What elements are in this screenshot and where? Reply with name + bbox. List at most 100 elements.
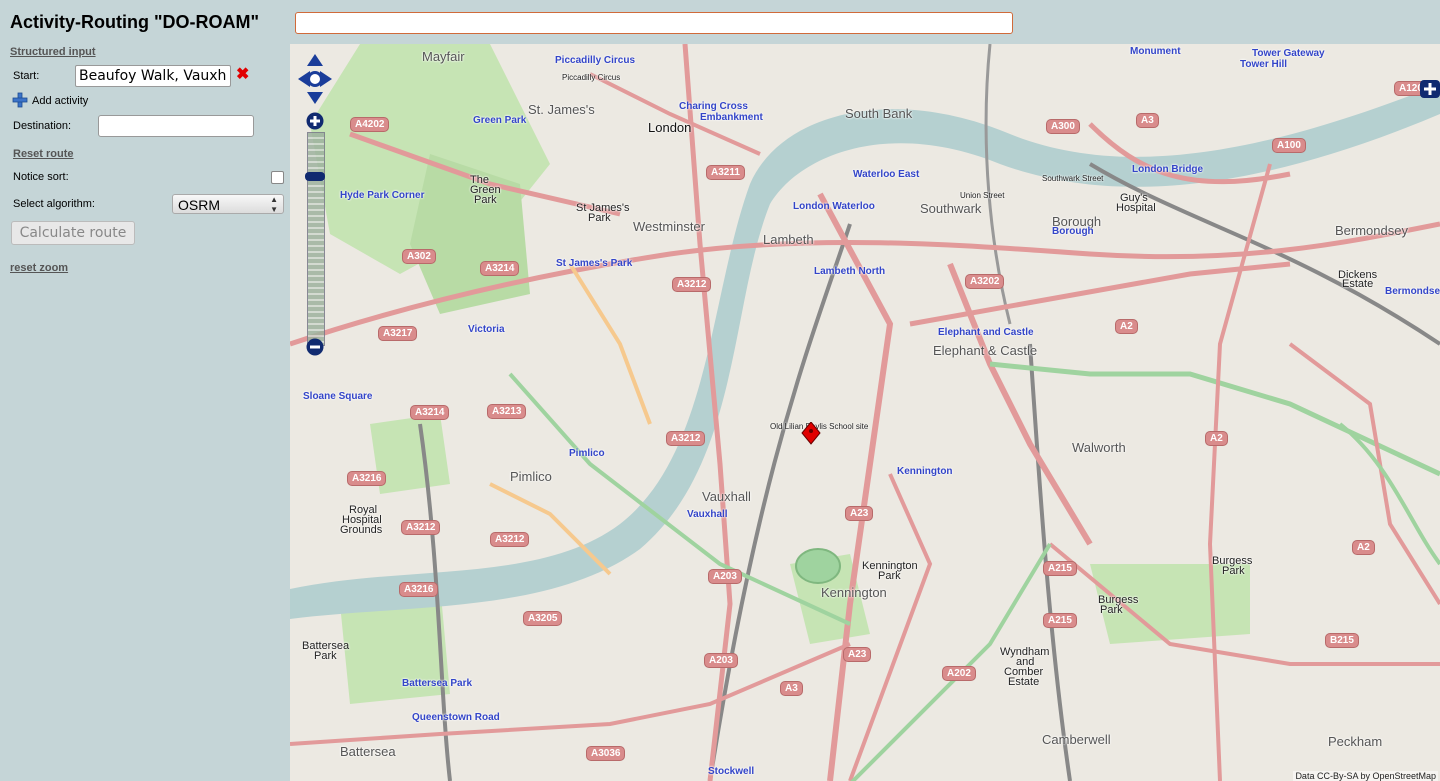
road-shield-a215: A215 [1043,561,1077,576]
map-label-battersea-park-station: Battersea Park [402,678,473,689]
road-shield-a100: A100 [1272,138,1306,153]
map-label-embankment: Embankment [700,112,763,123]
map-label-westminster: Westminster [633,219,705,234]
map-base-layer [290,44,1440,781]
map-label-battersea-park-2: Park [314,650,337,662]
structured-input-link[interactable]: Structured input [10,46,96,58]
pan-control[interactable] [296,52,334,106]
road-shield-a3214-2: A3214 [410,405,450,420]
notice-sort-label: Notice sort: [13,171,69,183]
zoom-out-button[interactable] [306,338,324,356]
road-shield-a3212-2: A3212 [666,431,706,446]
algorithm-select[interactable]: OSRM ▲ ▼ [172,194,284,214]
map-label-green-park: Green Park [473,115,527,126]
map-label-the-green-park-3: Park [474,194,497,206]
map-label-burgess-park-2: Park [1222,565,1245,577]
map-label-burgess-park-4: Park [1100,604,1123,616]
map-label-southwark-street: Southwark Street [1042,174,1104,183]
add-activity-link[interactable]: Add activity [32,95,88,107]
map-label-lambeth-north: Lambeth North [814,266,886,277]
road-shield-b215: B215 [1325,633,1359,648]
layer-switcher-icon[interactable] [1420,80,1440,98]
map-label-waterloo-east: Waterloo East [853,169,920,180]
map-label-stockwell: Stockwell [708,766,755,777]
road-shield-a23: A23 [845,506,874,521]
map-label-st-james: St. James's [528,102,595,117]
road-shield-a3205: A3205 [523,611,563,626]
road-shield-a203-2: A203 [704,653,738,668]
map-label-london-bridge: London Bridge [1132,164,1204,175]
map-label-london: London [648,120,692,135]
road-shield-a3214: A3214 [480,261,520,276]
road-shield-a3212-4: A3212 [490,532,530,547]
map-label-kennington: Kennington [821,585,887,600]
map-label-union-street: Union Street [960,191,1005,200]
map-label-tower-hill: Tower Hill [1240,59,1288,70]
map-label-queenstown-road: Queenstown Road [412,712,500,723]
map-label-piccadilly-circus: Piccadilly Circus [562,73,621,82]
notice-sort-checkbox[interactable] [271,171,284,184]
reset-zoom-link[interactable]: reset zoom [10,262,68,274]
map-label-park: Park [588,212,611,224]
reset-route-link[interactable]: Reset route [13,148,74,160]
destination-label: Destination: [13,120,72,132]
road-shield-a3202: A3202 [965,274,1005,289]
map-label-lambeth: Lambeth [763,232,814,247]
road-shield-a203: A203 [708,569,742,584]
select-arrows-icon: ▲ ▼ [270,195,278,214]
map-label-guys-hospital-2: Hospital [1116,202,1156,214]
add-activity-icon[interactable] [12,92,28,108]
map-label-battersea: Battersea [340,744,396,759]
map-label-borough-station: Borough [1052,226,1094,237]
map-label-mayfair: Mayfair [422,49,465,64]
zoom-slider-handle[interactable] [305,172,325,181]
map-label-walworth: Walworth [1072,440,1126,455]
map-label-charing-cross: Charing Cross [679,101,748,112]
map-label-bermondsey-station: Bermondsey [1385,286,1440,297]
start-location-marker-icon[interactable] [801,422,821,446]
road-shield-a3036: A3036 [586,746,626,761]
map-label-tower-gateway: Tower Gateway [1252,48,1325,59]
map-label-wyndham-estate-4: Estate [1008,676,1040,688]
calculate-route-button[interactable]: Calculate route [11,221,135,245]
select-algorithm-label: Select algorithm: [13,198,95,210]
map-label-elephant-castle: Elephant & Castle [933,343,1038,358]
map-label-vauxhall: Vauxhall [702,489,751,504]
road-shield-a3216: A3216 [347,471,387,486]
map-label-elephant-castle-station: Elephant and Castle [938,327,1034,338]
road-shield-a3216-2: A3216 [399,582,439,597]
destination-input[interactable] [98,115,254,137]
map-label-victoria: Victoria [468,324,505,335]
map-label-london-waterloo: London Waterloo [793,201,875,212]
road-shield-a2: A2 [1115,319,1138,334]
map-label-southwark: Southwark [920,201,982,216]
map-label-hyde-park-corner: Hyde Park Corner [340,190,425,201]
road-shield-a3213: A3213 [487,404,527,419]
map-label-sloane-square: Sloane Square [303,391,373,402]
map-label-royal-hospital-grounds-3: Grounds [340,524,383,536]
zoom-bar[interactable] [307,132,325,346]
address-search-input[interactable] [295,12,1013,34]
road-shield-a3212: A3212 [672,277,712,292]
map-label-piccadilly-circus-station: Piccadilly Circus [555,55,636,66]
map-label-monument: Monument [1130,46,1181,57]
road-shield-a3: A3 [780,681,803,696]
clear-start-icon[interactable]: ✖ [236,67,249,83]
road-shield-a2-3: A2 [1352,540,1375,555]
road-shield-a3211: A3211 [706,165,745,180]
road-shield-a3: A3 [1136,113,1159,128]
zoom-in-button[interactable] [306,112,324,130]
map-view[interactable]: Mayfair St. James's London Piccadilly Ci… [290,44,1440,781]
road-shield-a4202: A4202 [350,117,390,132]
map-label-pimlico-station: Pimlico [569,448,605,459]
start-input[interactable] [75,65,231,87]
road-shield-a202: A202 [942,666,976,681]
road-shield-a300: A300 [1046,119,1080,134]
map-label-south-bank: South Bank [845,106,913,121]
map-label-pimlico: Pimlico [510,469,552,484]
road-shield-a2-2: A2 [1205,431,1228,446]
road-shield-a23-2: A23 [843,647,872,662]
map-label-dickens-estate-2: Estate [1342,278,1374,290]
app-title: Activity-Routing "DO-ROAM" [10,12,260,32]
map-label-vauxhall-station: Vauxhall [687,509,728,520]
